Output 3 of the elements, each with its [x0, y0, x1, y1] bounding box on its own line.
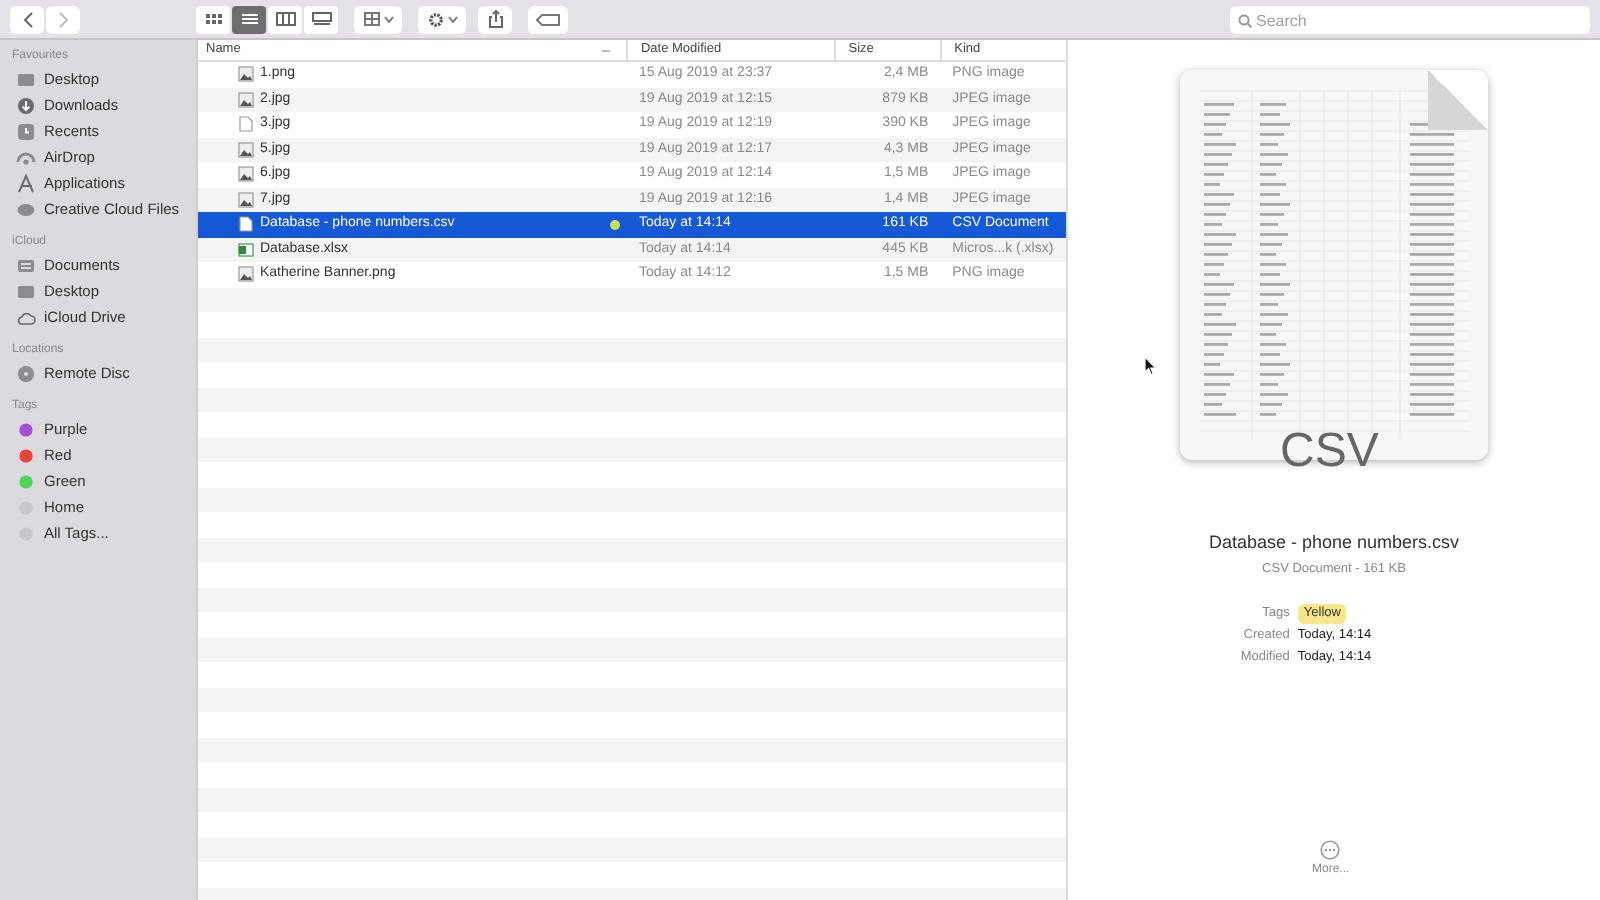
file-name: Database - phone numbers.csv: [1208, 530, 1460, 556]
file-type-label: CSV: [1280, 422, 1379, 482]
search-field[interactable]: Search: [1230, 6, 1590, 34]
